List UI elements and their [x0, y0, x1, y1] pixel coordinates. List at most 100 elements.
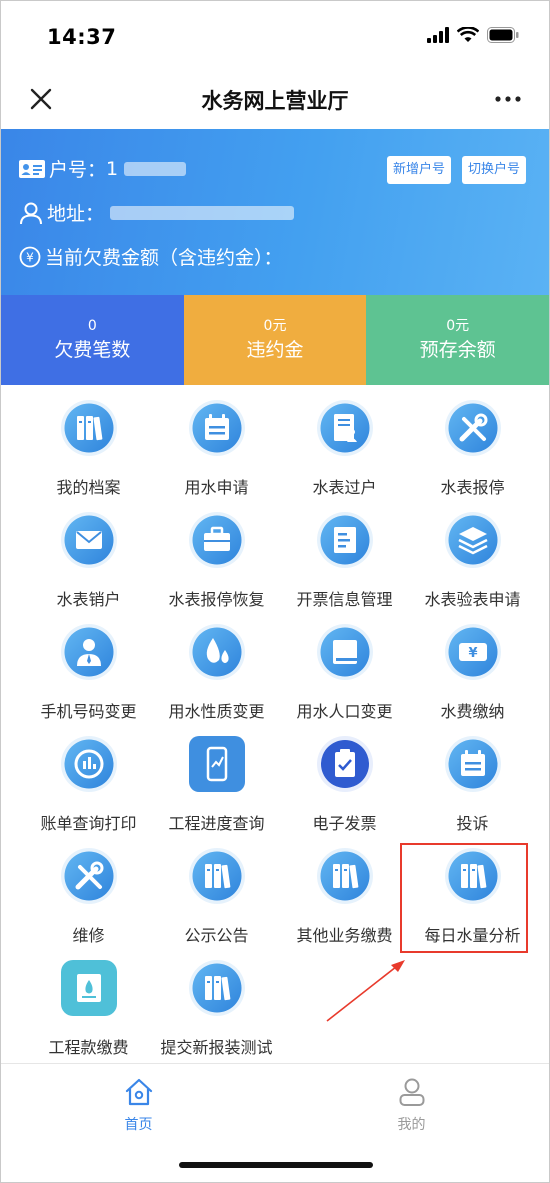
service-label: 开票信息管理 — [296, 590, 393, 609]
service-label: 维修 — [72, 926, 105, 945]
svg-text:¥: ¥ — [26, 250, 34, 264]
service-item[interactable]: 水表报停 — [404, 385, 541, 497]
id-card-icon — [19, 159, 45, 178]
wifi-icon — [457, 27, 479, 42]
svg-text:¥: ¥ — [468, 646, 477, 661]
tab-home[interactable]: 首页 — [70, 1074, 207, 1134]
service-label: 账单查询打印 — [40, 814, 137, 833]
tab-home-label: 首页 — [124, 1117, 153, 1133]
service-label: 水表验表申请 — [424, 590, 521, 609]
arrears-row: ¥ 当前欠费金额（含违约金）： — [19, 243, 283, 270]
service-label: 用水性质变更 — [168, 702, 265, 721]
calendar-icon — [444, 736, 501, 792]
service-item[interactable]: 工程款缴费 — [20, 945, 157, 1057]
status-icons — [427, 27, 519, 43]
envelope-icon — [60, 512, 117, 568]
service-item[interactable]: 水表销户 — [20, 497, 157, 609]
more-icon[interactable] — [493, 89, 523, 109]
home-indicator — [179, 1162, 373, 1168]
book-icon — [316, 624, 373, 680]
cellular-signal-icon — [427, 27, 449, 43]
add-account-button[interactable]: 新增户号 — [387, 156, 452, 184]
service-label: 手机号码变更 — [40, 702, 137, 721]
tab-mine[interactable]: 我的 — [343, 1074, 480, 1134]
yen-bill-icon: ¥ — [444, 624, 501, 680]
status-bar: 14:37 — [1, 1, 549, 71]
service-label: 提交新报装测试 — [160, 1038, 273, 1057]
service-item[interactable]: 其他业务缴费 — [276, 833, 413, 945]
service-label: 公示公告 — [184, 926, 249, 945]
address-label: 地址： — [47, 203, 105, 225]
service-label: 水表销户 — [56, 590, 121, 609]
user-outline-icon — [20, 202, 42, 224]
stat-value: 0元 — [446, 318, 470, 334]
service-item[interactable]: ¥ 水费缴纳 — [404, 609, 541, 721]
service-item[interactable]: 公示公告 — [148, 833, 285, 945]
service-label: 工程款缴费 — [48, 1038, 129, 1057]
service-item[interactable]: 水表验表申请 — [404, 497, 541, 609]
document-person-icon — [316, 400, 373, 456]
service-item[interactable]: 水表报停恢复 — [148, 497, 285, 609]
service-label: 我的档案 — [56, 478, 121, 497]
service-label: 投诉 — [456, 814, 489, 833]
tab-mine-label: 我的 — [397, 1117, 426, 1133]
books-icon — [444, 848, 501, 904]
stat-value: 0元 — [263, 318, 287, 334]
service-item[interactable]: 用水人口变更 — [276, 609, 413, 721]
battery-icon — [487, 27, 519, 43]
service-item[interactable]: 每日水量分析 — [404, 833, 541, 945]
service-item[interactable]: 用水性质变更 — [148, 609, 285, 721]
service-label: 用水申请 — [184, 478, 249, 497]
app-frame: 14:37 水务网上营业厅 户号： 1 新增户号 切换户号 地址： ¥ 当前欠费… — [0, 0, 550, 1183]
nav-bar: 水务网上营业厅 — [1, 71, 549, 129]
briefcase-icon — [188, 512, 245, 568]
address-row: 地址： — [19, 199, 295, 226]
stat-label: 违约金 — [246, 339, 304, 361]
page-title: 水务网上营业厅 — [201, 89, 349, 113]
user-icon — [399, 1078, 424, 1106]
stat-label: 欠费笔数 — [54, 339, 131, 361]
service-item[interactable]: 维修 — [20, 833, 157, 945]
service-label: 每日水量分析 — [424, 926, 521, 945]
service-label: 工程进度查询 — [168, 814, 265, 833]
phone-chart-icon — [188, 736, 245, 792]
stat-label: 预存余额 — [419, 339, 496, 361]
calendar-icon — [188, 400, 245, 456]
service-label: 水表报停恢复 — [168, 590, 265, 609]
person-icon — [60, 624, 117, 680]
invoice-icon — [316, 512, 373, 568]
books-icon — [316, 848, 373, 904]
service-label: 水表过户 — [312, 478, 377, 497]
stat-arrears-count[interactable]: 0 欠费笔数 — [1, 295, 184, 385]
account-number-value: 1 — [106, 157, 119, 180]
tools-icon — [60, 848, 117, 904]
stat-penalty[interactable]: 0元 违约金 — [183, 295, 367, 385]
service-item[interactable]: 电子发票 — [276, 721, 413, 833]
status-time: 14:37 — [47, 25, 117, 49]
switch-account-button[interactable]: 切换户号 — [462, 156, 527, 184]
service-item[interactable]: 我的档案 — [20, 385, 157, 497]
service-label: 水费缴纳 — [440, 702, 505, 721]
service-item[interactable]: 账单查询打印 — [20, 721, 157, 833]
account-header: 户号： 1 新增户号 切换户号 地址： ¥ 当前欠费金额（含违约金）： — [1, 129, 549, 295]
service-item[interactable]: 手机号码变更 — [20, 609, 157, 721]
arrears-label: 当前欠费金额（含违约金）： — [45, 247, 283, 269]
service-item[interactable]: 提交新报装测试 — [148, 945, 285, 1057]
account-number-label: 户号： — [49, 159, 107, 181]
stat-value: 0 — [87, 318, 97, 334]
clipboard-icon — [316, 736, 373, 792]
service-item[interactable]: 开票信息管理 — [276, 497, 413, 609]
yen-circle-icon: ¥ — [19, 246, 41, 267]
stats-bar: 0 欠费笔数 0元 违约金 0元 预存余额 — [1, 295, 549, 385]
account-number-row: 户号： 1 — [19, 155, 187, 182]
service-item[interactable]: 投诉 — [404, 721, 541, 833]
service-item[interactable]: 工程进度查询 — [148, 721, 285, 833]
account-number-masked — [124, 161, 187, 176]
service-item[interactable]: 水表过户 — [276, 385, 413, 497]
books-icon — [60, 400, 117, 456]
stat-prepaid-balance[interactable]: 0元 预存余额 — [366, 295, 549, 385]
books-icon — [188, 848, 245, 904]
water-drops-icon — [188, 624, 245, 680]
service-item[interactable]: 用水申请 — [148, 385, 285, 497]
chart-icon — [60, 736, 117, 792]
